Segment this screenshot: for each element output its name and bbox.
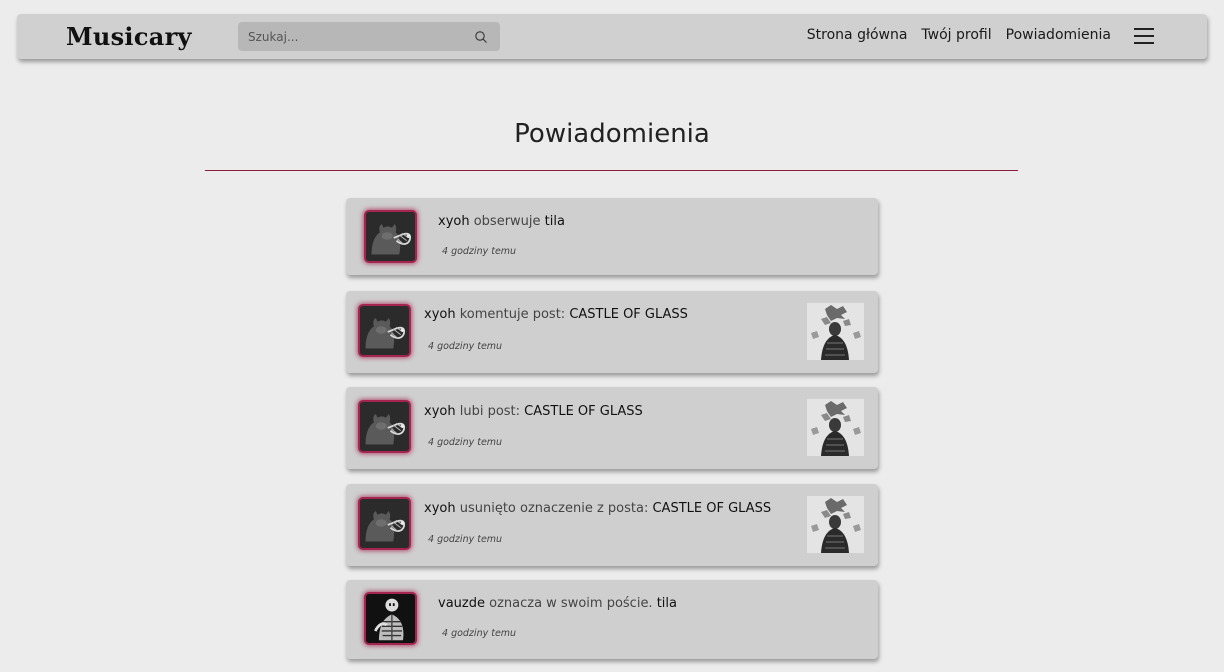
- notification-time: 4 godziny temu: [442, 628, 517, 639]
- search-input[interactable]: [238, 22, 468, 51]
- notification-target[interactable]: CASTLE OF GLASS: [569, 307, 688, 322]
- notification-target[interactable]: CASTLE OF GLASS: [524, 404, 643, 419]
- hamburger-menu-icon[interactable]: [1134, 27, 1154, 45]
- notification-action: obserwuje: [469, 214, 545, 229]
- cat-avatar-icon[interactable]: [358, 400, 411, 453]
- top-navbar: Musicary Strona główna Twój profil Powia…: [17, 14, 1207, 59]
- cat-avatar-icon[interactable]: [358, 304, 411, 357]
- notification-card[interactable]: xyoh lubi post: CASTLE OF GLASS 4 godzin…: [346, 387, 878, 469]
- search-icon[interactable]: [474, 30, 488, 44]
- notification-time: 4 godziny temu: [428, 341, 503, 352]
- notification-target[interactable]: tila: [657, 596, 677, 611]
- search-box[interactable]: [238, 22, 500, 51]
- notification-action: komentuje post:: [455, 307, 570, 322]
- nav-link-profile[interactable]: Twój profil: [921, 27, 991, 43]
- notification-time: 4 godziny temu: [428, 534, 503, 545]
- notification-card[interactable]: xyoh obserwuje tila 4 godziny temu: [346, 198, 878, 275]
- skeleton-avatar-icon[interactable]: [364, 592, 417, 645]
- notification-user[interactable]: xyoh: [424, 404, 456, 419]
- notification-action: oznacza w swoim poście.: [484, 596, 657, 611]
- notification-card[interactable]: vauzde oznacza w swoim poście. tila 4 go…: [346, 580, 878, 659]
- notification-text: xyoh komentuje post: CASTLE OF GLASS: [424, 307, 688, 322]
- nav-link-home[interactable]: Strona główna: [807, 27, 908, 43]
- notification-text: xyoh lubi post: CASTLE OF GLASS: [424, 404, 643, 419]
- notification-target[interactable]: tila: [545, 214, 565, 229]
- notification-user[interactable]: vauzde: [438, 596, 485, 611]
- cat-avatar-icon[interactable]: [364, 210, 417, 263]
- notification-card[interactable]: xyoh usunięto oznaczenie z posta: CASTLE…: [346, 484, 878, 566]
- notification-user[interactable]: xyoh: [438, 214, 470, 229]
- notification-user[interactable]: xyoh: [424, 501, 456, 516]
- notification-time: 4 godziny temu: [442, 246, 517, 257]
- notification-action: usunięto oznaczenie z posta:: [455, 501, 653, 516]
- nav-link-notifications[interactable]: Powiadomienia: [1006, 27, 1111, 43]
- notification-action: lubi post:: [455, 404, 525, 419]
- notification-text: vauzde oznacza w swoim poście. tila: [438, 596, 677, 611]
- notification-user[interactable]: xyoh: [424, 307, 456, 322]
- notification-card[interactable]: xyoh komentuje post: CASTLE OF GLASS 4 g…: [346, 291, 878, 373]
- nav-links: Strona główna Twój profil Powiadomienia: [807, 27, 1111, 43]
- page-title: Powiadomienia: [514, 119, 710, 149]
- post-thumbnail-image[interactable]: [807, 496, 864, 553]
- title-divider: [205, 170, 1018, 171]
- notification-target[interactable]: CASTLE OF GLASS: [652, 501, 771, 516]
- post-thumbnail-image[interactable]: [807, 399, 864, 456]
- post-thumbnail-image[interactable]: [807, 303, 864, 360]
- notification-text: xyoh obserwuje tila: [438, 214, 565, 229]
- notification-text: xyoh usunięto oznaczenie z posta: CASTLE…: [424, 501, 771, 516]
- cat-avatar-icon[interactable]: [358, 497, 411, 550]
- brand-logo[interactable]: Musicary: [66, 22, 192, 51]
- notification-time: 4 godziny temu: [428, 437, 503, 448]
